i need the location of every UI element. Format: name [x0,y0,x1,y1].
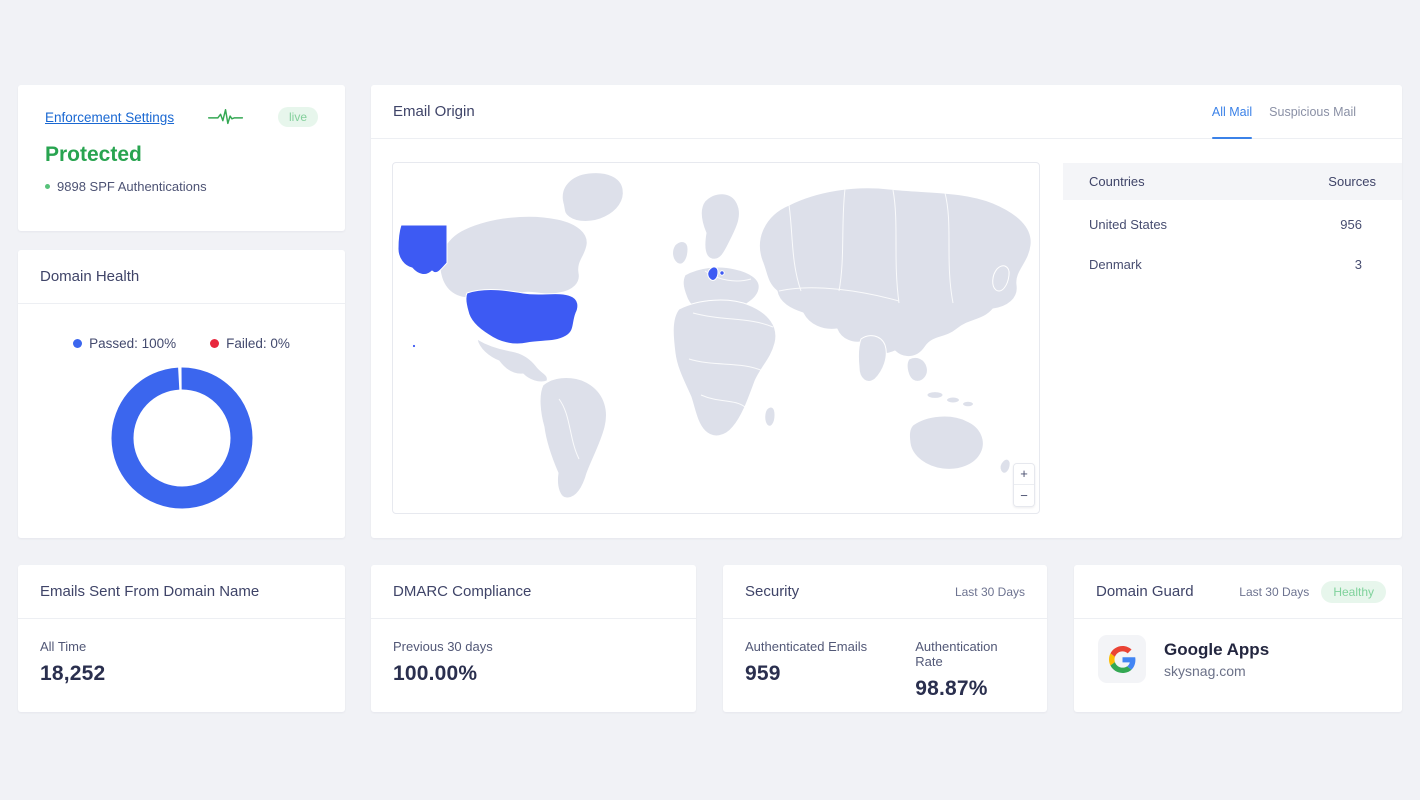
table-row: Denmark 3 [1063,248,1402,280]
col-sources: Sources [1328,174,1376,189]
country-name: Denmark [1089,257,1142,272]
authenticated-emails-label: Authenticated Emails [745,639,915,654]
failed-dot-icon [210,339,219,348]
tab-all-mail[interactable]: All Mail [1212,85,1252,138]
dmarc-label: Previous 30 days [393,639,674,654]
passed-dot-icon [73,339,82,348]
region-united-states [466,290,578,344]
countries-table-header: Countries Sources [1063,163,1402,200]
security-period: Last 30 Days [955,585,1025,599]
domain-health-title: Domain Health [40,268,139,285]
countries-table: Countries Sources United States 956 Denm… [1063,163,1402,280]
emails-sent-value: 18,252 [40,662,323,686]
legend-failed-label: Failed: 0% [226,336,290,351]
table-row: United States 956 [1063,208,1402,240]
provider-name: Google Apps [1164,640,1269,660]
domain-guard-title: Domain Guard [1096,583,1194,600]
enforcement-settings-link[interactable]: Enforcement Settings [45,110,174,125]
google-logo-icon [1109,646,1136,673]
map-zoom-out-button[interactable]: − [1014,485,1034,506]
legend-passed-label: Passed: 100% [89,336,176,351]
emails-sent-label: All Time [40,639,323,654]
domain-guard-period: Last 30 Days [1239,585,1309,599]
emails-sent-title: Emails Sent From Domain Name [40,583,259,600]
world-map-container: + − [392,162,1040,514]
provider-domain: skysnag.com [1164,663,1269,679]
authenticated-emails-value: 959 [745,662,915,686]
domain-health-card: Domain Health Passed: 100% Failed: 0% [18,250,345,538]
green-dot-icon [45,184,50,189]
tab-suspicious-mail[interactable]: Suspicious Mail [1269,85,1356,138]
dmarc-value: 100.00% [393,662,674,686]
authentication-rate-value: 98.87% [915,677,1025,701]
protection-status: Protected [45,143,318,167]
enforcement-card: Enforcement Settings live Protected 9898… [18,85,345,231]
domain-health-donut-chart [111,367,253,509]
spf-authentications-text: 9898 SPF Authentications [57,179,207,194]
map-zoom-in-button[interactable]: + [1014,464,1034,485]
live-badge: live [278,107,318,127]
region-alaska [397,225,447,276]
dmarc-compliance-card: DMARC Compliance Previous 30 days 100.00… [371,565,696,712]
country-name: United States [1089,217,1167,232]
donut-legend: Passed: 100% Failed: 0% [18,336,345,351]
email-origin-title: Email Origin [393,103,475,120]
dmarc-title: DMARC Compliance [393,583,531,600]
country-sources: 956 [1340,217,1376,232]
country-sources: 3 [1355,257,1376,272]
legend-item-passed[interactable]: Passed: 100% [73,336,176,351]
emails-sent-card: Emails Sent From Domain Name All Time 18… [18,565,345,712]
authentication-rate-label: Authentication Rate [915,639,1025,669]
healthy-badge: Healthy [1321,581,1386,603]
email-origin-card: Email Origin All Mail Suspicious Mail [371,85,1402,538]
mail-tabs: All Mail Suspicious Mail [1212,85,1356,138]
legend-item-failed[interactable]: Failed: 0% [210,336,290,351]
world-map[interactable] [393,163,1040,514]
provider-icon-tile [1098,635,1146,683]
col-countries: Countries [1089,174,1145,189]
map-zoom-controls: + − [1013,463,1035,507]
security-title: Security [745,583,799,600]
security-card: Security Last 30 Days Authenticated Emai… [723,565,1047,712]
domain-guard-card: Domain Guard Last 30 Days Healthy Google… [1074,565,1402,712]
heartbeat-icon [207,107,245,127]
